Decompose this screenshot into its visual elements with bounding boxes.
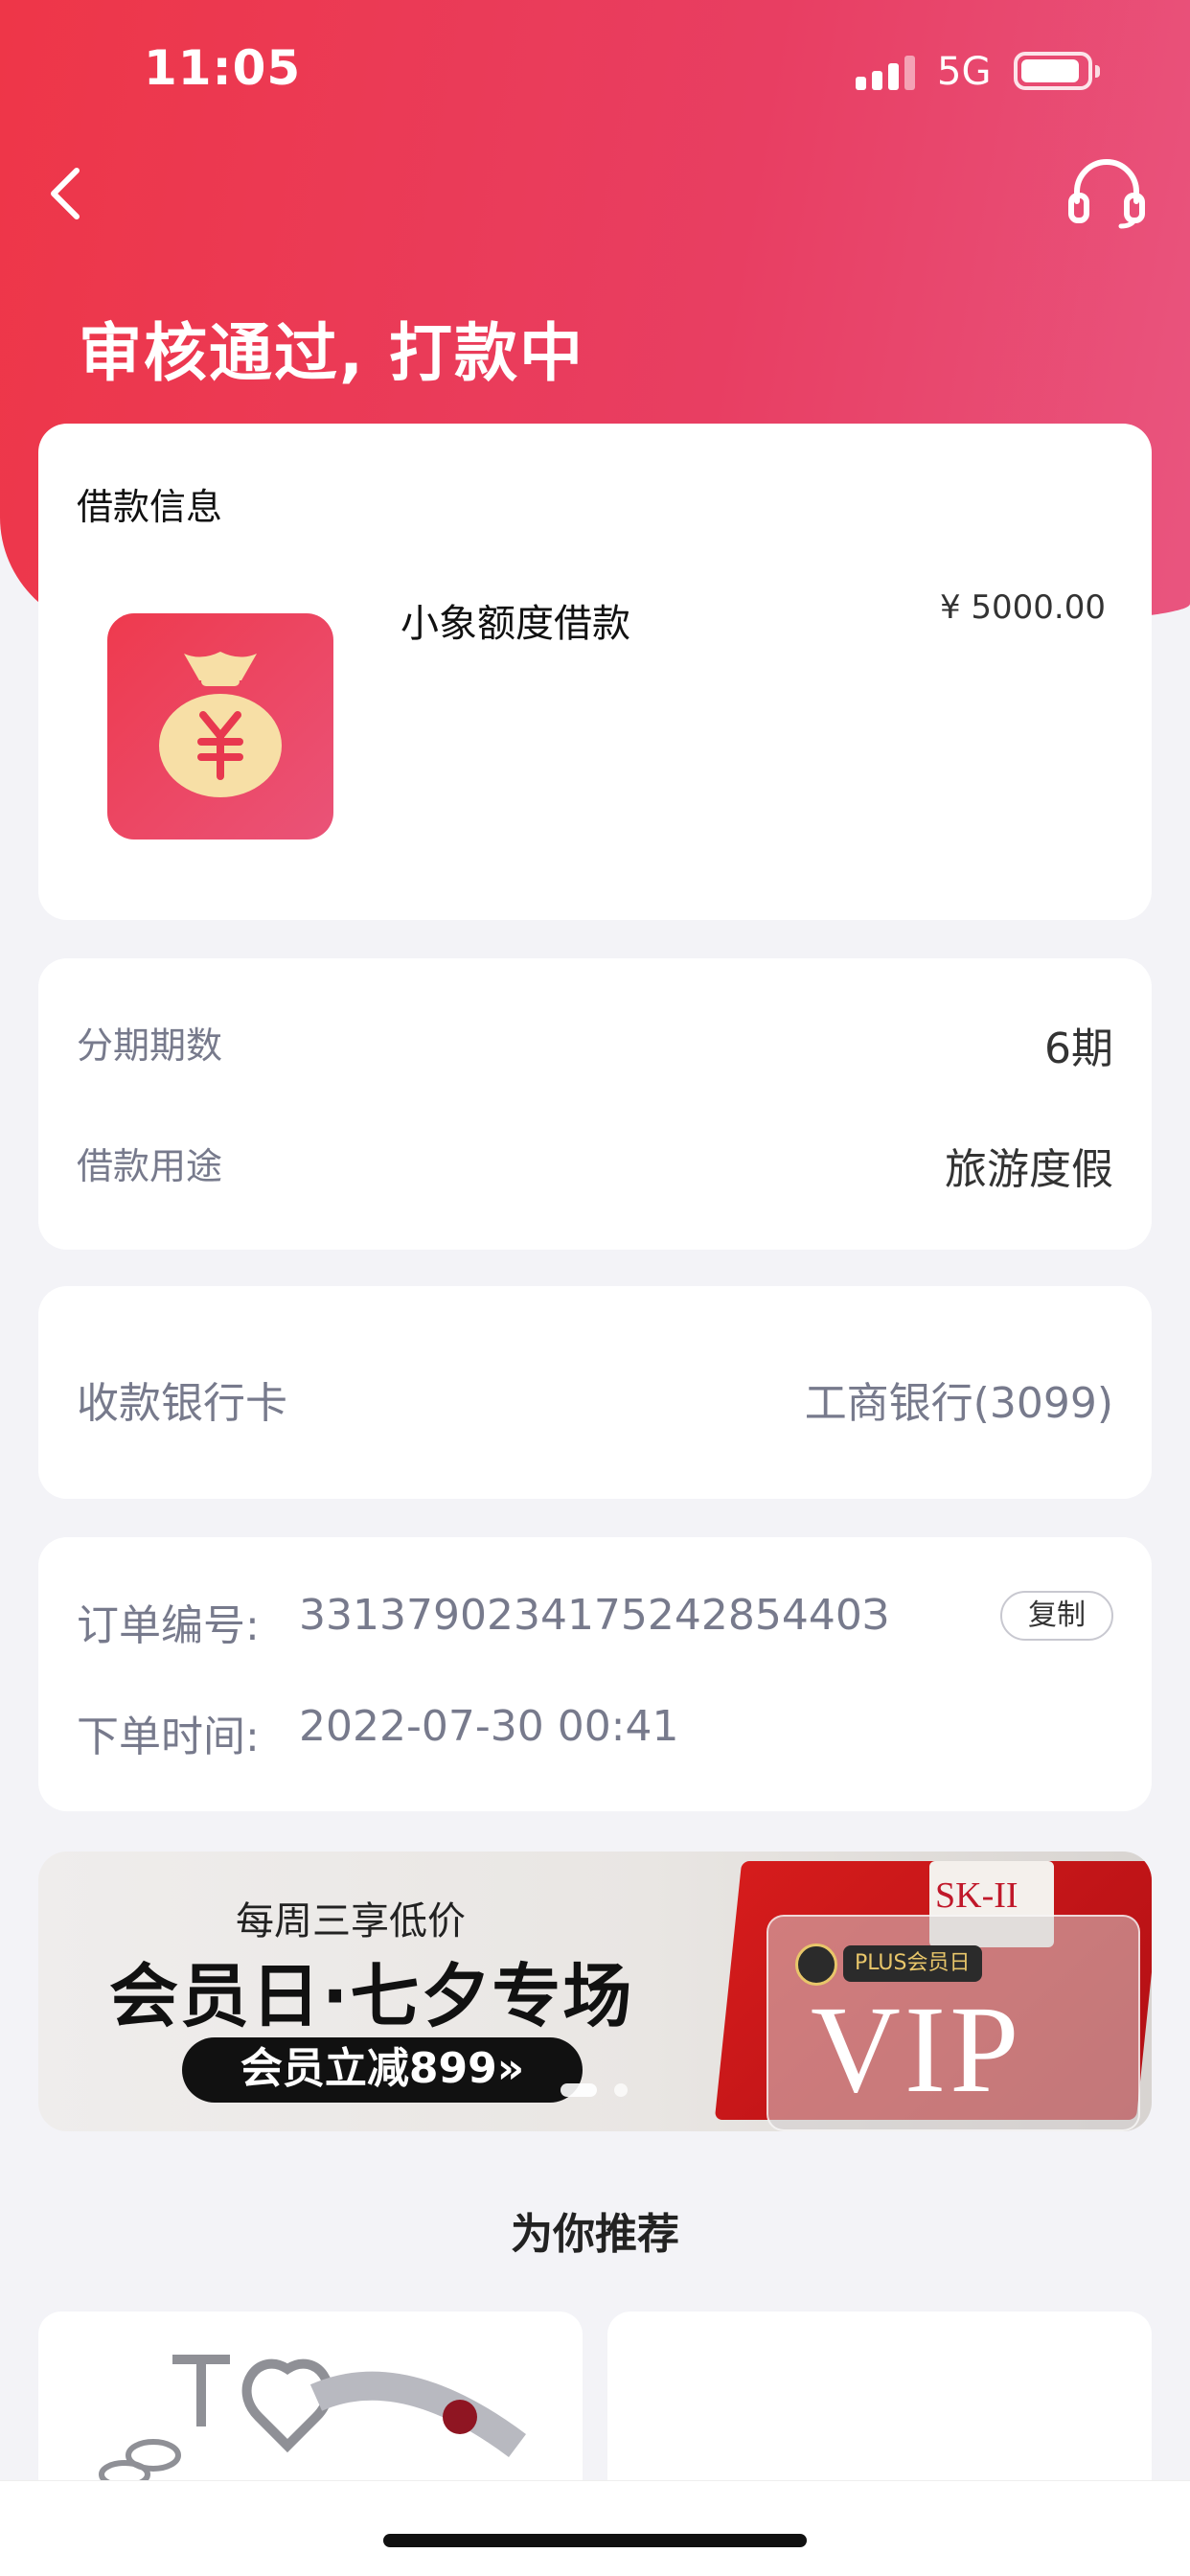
bank-label: 收款银行卡	[77, 1379, 287, 1428]
purpose-value: 旅游度假	[945, 1145, 1113, 1194]
promo-banner[interactable]: 每周三享低价 会员日·七夕专场 会员立减899» SK-II PLUS会员日 V…	[38, 1852, 1152, 2131]
recommend-title: 为你推荐	[511, 2210, 679, 2259]
loan-info-card: 借款信息 小象额度借款 ¥ 5000.00	[38, 424, 1152, 920]
banner-cta[interactable]: 会员立减899»	[182, 2037, 583, 2103]
banner-badge: PLUS会员日	[843, 1945, 982, 1982]
purpose-label: 借款用途	[77, 1145, 223, 1187]
banner-title: 会员日·七夕专场	[109, 1956, 634, 2036]
loan-details-card: 分期期数 6期 借款用途 旅游度假	[38, 958, 1152, 1250]
banner-brand: VIP	[811, 1981, 1023, 2119]
bottom-safe-area	[0, 2480, 1190, 2576]
loan-amount: ¥ 5000.00	[939, 588, 1106, 627]
installments-value: 6期	[1044, 1024, 1113, 1073]
home-indicator[interactable]	[383, 2534, 807, 2547]
battery-icon	[1014, 52, 1100, 90]
copy-button[interactable]: 复制	[1000, 1591, 1113, 1641]
bank-card-row: 收款银行卡 工商银行(3099)	[38, 1286, 1152, 1499]
money-bag-icon	[159, 652, 282, 797]
page-title: 审核通过, 打款中	[79, 316, 585, 390]
status-time: 11:05	[144, 40, 302, 96]
bracelet-image	[81, 2355, 526, 2506]
order-time-value: 2022-07-30 00:41	[299, 1702, 679, 1751]
pagination-dot-active	[561, 2083, 597, 2097]
network-type: 5G	[937, 50, 992, 94]
bank-value: 工商银行(3099)	[804, 1379, 1113, 1428]
back-button[interactable]	[40, 153, 98, 230]
signal-icon	[856, 56, 917, 90]
chevron-left-icon	[51, 168, 80, 219]
loan-product-image	[107, 613, 333, 840]
banner-subtitle: 每周三享低价	[236, 1899, 466, 1944]
order-number-value: 331379023417524285440З	[299, 1591, 890, 1640]
order-time-label: 下单时间:	[77, 1713, 260, 1761]
loan-product-name: 小象额度借款	[400, 602, 630, 646]
installments-label: 分期期数	[77, 1024, 223, 1067]
pagination-dot	[614, 2083, 628, 2097]
headset-icon	[1068, 159, 1145, 229]
banner-gift-image: SK-II PLUS会员日 VIP	[709, 1861, 1152, 2131]
order-info-card: 订单编号: 331379023417524285440З 复制 下单时间: 20…	[38, 1537, 1152, 1811]
loan-section-title: 借款信息	[77, 486, 223, 528]
order-number-label: 订单编号:	[77, 1601, 260, 1650]
status-bar: 11:05 5G	[0, 0, 1190, 144]
customer-service-button[interactable]	[1064, 153, 1150, 230]
banner-pack-text: SK-II	[935, 1875, 1018, 1916]
